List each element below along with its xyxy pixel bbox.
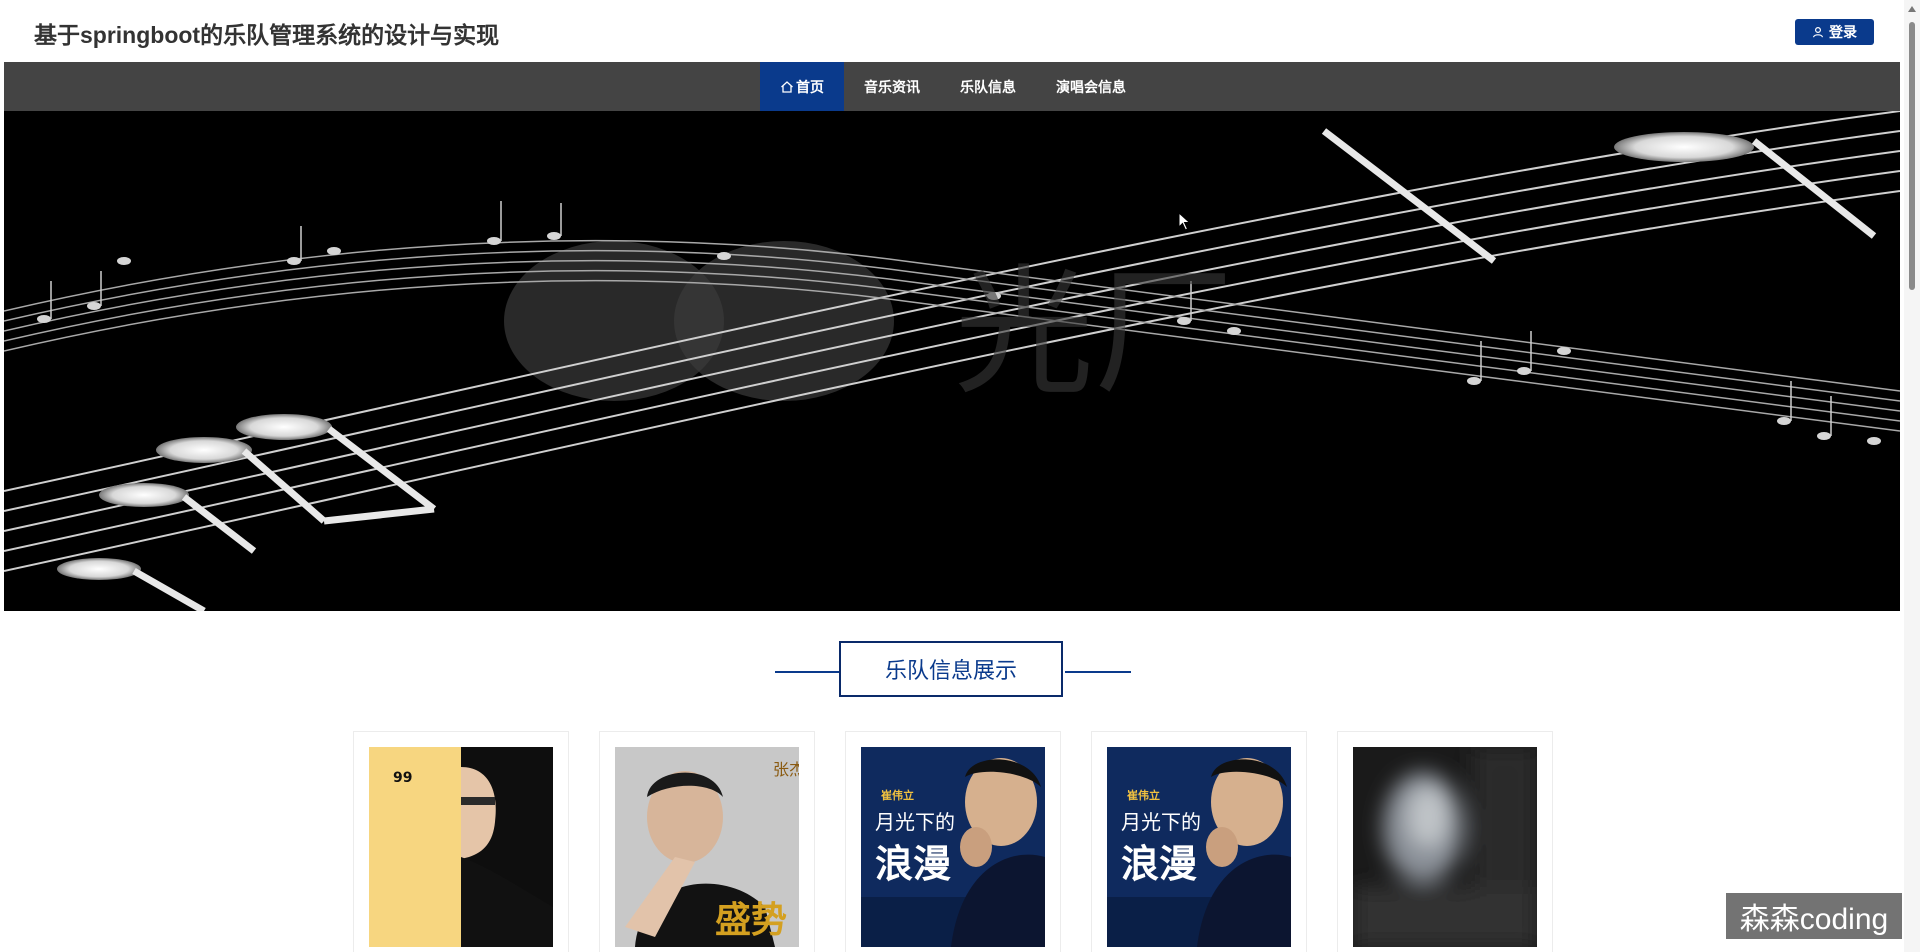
band-cover-image[interactable]: 崔伟立 月光下的 浪漫 <box>861 747 1045 947</box>
nav-item-music-news[interactable]: 音乐资讯 <box>844 62 940 111</box>
band-card[interactable]: 张杰 盛势 <box>599 731 815 952</box>
section-title: 乐队信息展示 <box>839 641 1063 697</box>
band-card[interactable]: 99 <box>353 731 569 952</box>
music-staff-banner-image: 光厂 <box>4 111 1900 611</box>
zhang-jie-cover: 张杰 盛势 <box>615 747 799 947</box>
svg-text:99: 99 <box>393 770 412 786</box>
mouse-cursor-icon <box>1178 212 1191 231</box>
album-artist-text: 崔伟立 <box>1126 788 1160 802</box>
nav-item-home[interactable]: 首页 <box>760 62 844 111</box>
cui-weili-cover: 崔伟立 月光下的 浪漫 <box>861 747 1045 947</box>
nav-item-concert-info[interactable]: 演唱会信息 <box>1036 62 1146 111</box>
band-card[interactable]: 崔伟立 月光下的 浪漫 <box>845 731 1061 952</box>
nav-item-band-info-label: 乐队信息 <box>960 78 1016 95</box>
top-header: 基于springboot的乐队管理系统的设计与实现 登录 <box>4 0 1900 62</box>
site-title: 基于springboot的乐队管理系统的设计与实现 <box>34 22 500 48</box>
album-title-text: 浪漫 <box>1121 842 1197 886</box>
album-title-text: 月光下的 <box>1121 810 1201 834</box>
album-title-text: 盛势 <box>715 900 787 941</box>
cui-weili-cover: 崔伟立 月光下的 浪漫 <box>1107 747 1291 947</box>
home-icon <box>781 80 793 93</box>
watermark-label: 森森coding <box>1726 893 1902 939</box>
nav-item-concert-info-label: 演唱会信息 <box>1056 78 1126 95</box>
album-artist-text: 张杰 <box>773 760 799 779</box>
band-cover-image[interactable] <box>1353 747 1537 947</box>
scroll-up-arrow-icon[interactable] <box>1908 6 1916 12</box>
album-title-text: 月光下的 <box>875 810 955 834</box>
band-card[interactable]: 崔伟立 月光下的 浪漫 <box>1091 731 1307 952</box>
band-cover-image[interactable]: 99 <box>369 747 553 947</box>
heading-line-right <box>1065 671 1131 673</box>
main-nav: 首页 音乐资讯 乐队信息 演唱会信息 <box>4 62 1900 111</box>
album-title-text: 浪漫 <box>875 842 951 886</box>
login-button[interactable]: 登录 <box>1795 19 1874 45</box>
nav-item-home-label: 首页 <box>796 78 824 95</box>
login-button-label: 登录 <box>1829 24 1857 40</box>
blurred-cover <box>1353 747 1537 947</box>
page-scrollbar[interactable] <box>1904 0 1920 952</box>
band-cover-image[interactable]: 崔伟立 月光下的 浪漫 <box>1107 747 1291 947</box>
hero-banner[interactable]: 光厂 <box>4 111 1900 611</box>
nav-item-music-news-label: 音乐资讯 <box>864 78 920 95</box>
band-cover-image[interactable]: 张杰 盛势 <box>615 747 799 947</box>
user-icon <box>1812 26 1824 38</box>
section-heading: 乐队信息展示 <box>0 641 1904 701</box>
yellow-portrait-cover: 99 <box>369 747 553 947</box>
band-card[interactable] <box>1337 731 1553 952</box>
scrollbar-thumb[interactable] <box>1909 22 1915 290</box>
nav-item-band-info[interactable]: 乐队信息 <box>940 62 1036 111</box>
album-artist-text: 崔伟立 <box>880 788 914 802</box>
heading-line-left <box>775 671 839 673</box>
svg-text:光厂: 光厂 <box>954 252 1234 415</box>
page: 基于springboot的乐队管理系统的设计与实现 登录 首页 音乐资讯 乐队信… <box>0 0 1920 952</box>
